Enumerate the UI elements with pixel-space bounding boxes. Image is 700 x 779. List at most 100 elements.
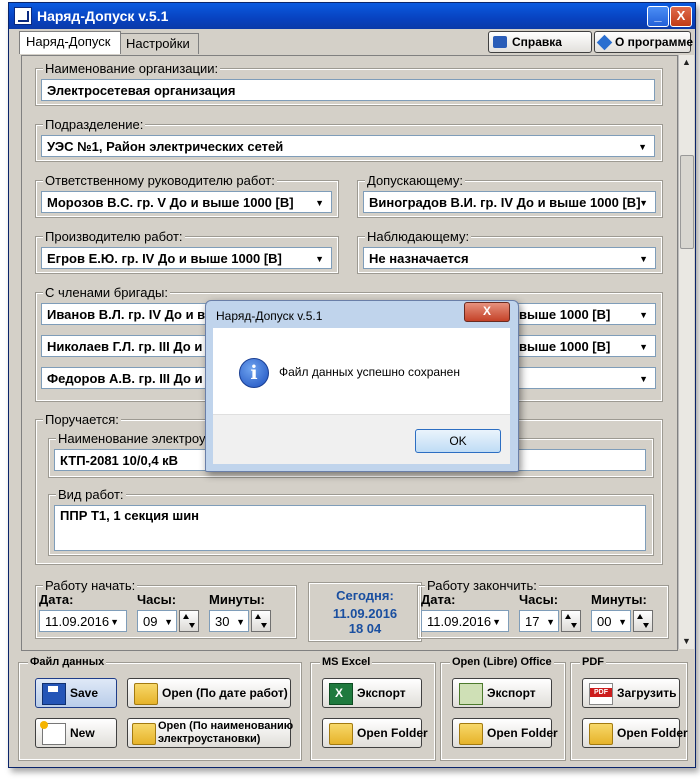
scroll-up-icon[interactable]: ▲: [679, 55, 694, 70]
end-date-value: 11.09.2016: [427, 614, 492, 629]
chevron-down-icon: ▼: [546, 617, 555, 627]
folder-icon: [132, 723, 156, 745]
observer-select[interactable]: Не назначается ▼: [363, 247, 656, 269]
today-box: Сегодня: 11.09.2016 18 04: [308, 582, 422, 642]
scroll-thumb[interactable]: [680, 155, 694, 249]
folder-icon: [134, 683, 158, 705]
folder-icon: [459, 723, 483, 745]
scroll-down-icon[interactable]: ▼: [679, 634, 694, 649]
today-time: 18 04: [348, 621, 382, 636]
open-by-name-label-1: Open (По наименованию: [158, 720, 294, 732]
start-hours-label: Часы:: [137, 592, 177, 607]
help-button[interactable]: Справка: [488, 31, 592, 53]
division-select[interactable]: УЭС №1, Район электрических сетей ▼: [41, 135, 655, 157]
libre-export-button[interactable]: Экспорт: [452, 678, 552, 708]
about-button[interactable]: О программе: [594, 31, 693, 53]
open-by-date-button[interactable]: Open (По дате работ): [127, 678, 291, 708]
open-by-name-label: Open (По наименованию электроустановки): [158, 720, 293, 746]
libre-open-folder-button[interactable]: Open Folder: [452, 718, 558, 748]
folder-icon: [329, 723, 353, 745]
end-hours-label: Часы:: [519, 592, 559, 607]
pdf-open-folder-button[interactable]: Open Folder: [582, 718, 688, 748]
start-minutes-select[interactable]: 30 ▼: [209, 610, 249, 632]
data-file-group: Файл данных Save Open (По дате работ) Ne…: [18, 656, 302, 761]
chevron-down-icon: ▼: [639, 342, 648, 352]
end-minutes-label: Минуты:: [591, 592, 647, 607]
start-minutes-stepper-icon[interactable]: [251, 610, 271, 632]
pdf-load-button[interactable]: Загрузить: [582, 678, 680, 708]
today-label: Сегодня:: [336, 588, 394, 603]
vertical-scrollbar[interactable]: ▲ ▼: [678, 55, 694, 649]
dialog-footer: OK: [213, 414, 510, 464]
minimize-button[interactable]: _: [647, 6, 669, 27]
responsible-group: Ответственному руководителю работ: Мороз…: [35, 173, 339, 218]
team-member-3-value: Федоров А.В. гр. III До и в: [47, 371, 215, 386]
end-minutes-stepper-icon[interactable]: [633, 610, 653, 632]
floppy-disk-icon: [42, 683, 66, 705]
end-hours-stepper-icon[interactable]: [561, 610, 581, 632]
libre-open-folder-label: Open Folder: [487, 726, 558, 740]
work-type-field[interactable]: ППР Т1, 1 секция шин: [54, 505, 646, 551]
chevron-down-icon: ▼: [315, 254, 324, 264]
responsible-select[interactable]: Морозов В.С. гр. V До и выше 1000 [В] ▼: [41, 191, 332, 213]
chevron-down-icon: ▼: [492, 617, 501, 627]
division-label: Подразделение:: [43, 117, 146, 132]
pdf-open-folder-label: Open Folder: [617, 726, 688, 740]
observer-group: Наблюдающему: Не назначается ▼: [357, 229, 663, 274]
data-file-title: Файл данных: [28, 656, 107, 668]
chevron-down-icon: ▼: [639, 254, 648, 264]
end-date-picker[interactable]: 11.09.2016 ▼: [421, 610, 509, 632]
end-hours-select[interactable]: 17 ▼: [519, 610, 559, 632]
pdf-title: PDF: [580, 656, 606, 668]
excel-group: MS Excel Экспорт Open Folder: [310, 656, 436, 761]
dialog-message: Файл данных успешно сохранен: [279, 365, 460, 379]
open-by-date-label: Open (По дате работ): [162, 686, 288, 700]
excel-open-folder-label: Open Folder: [357, 726, 428, 740]
end-hours-value: 17: [525, 614, 540, 629]
new-button[interactable]: New: [35, 718, 117, 748]
start-group: Работу начать: Дата: Часы: Минуты: 11.09…: [35, 578, 297, 639]
chevron-down-icon: ▼: [639, 310, 648, 320]
tab-settings[interactable]: Настройки: [119, 33, 199, 54]
chevron-down-icon: ▼: [618, 617, 627, 627]
open-by-name-label-2: электроустановки): [158, 733, 261, 745]
division-value: УЭС №1, Район электрических сетей: [47, 139, 284, 154]
save-button[interactable]: Save: [35, 678, 117, 708]
team-member-2-value: Николаев Г.Л. гр. III До и в: [47, 339, 214, 354]
start-label: Работу начать:: [43, 578, 138, 593]
org-group: Наименование организации: Электросетевая…: [35, 61, 663, 106]
excel-open-folder-button[interactable]: Open Folder: [322, 718, 428, 748]
info-diamond-icon: [596, 34, 613, 51]
tab-naryad[interactable]: Наряд-Допуск: [19, 31, 121, 54]
start-hours-select[interactable]: 09 ▼: [137, 610, 177, 632]
ok-button[interactable]: OK: [415, 429, 501, 453]
dialog-close-button[interactable]: X: [464, 302, 510, 322]
work-type-group: Вид работ: ППР Т1, 1 секция шин: [48, 487, 654, 556]
libre-title: Open (Libre) Office: [450, 656, 554, 668]
start-hours-value: 09: [143, 614, 158, 629]
admitter-select[interactable]: Виноградов В.И. гр. IV До и выше 1000 [В…: [363, 191, 656, 213]
new-document-icon: [40, 721, 66, 745]
responsible-value: Морозов В.С. гр. V До и выше 1000 [В]: [47, 195, 294, 210]
producer-select[interactable]: Егров Е.Ю. гр. IV До и выше 1000 [В] ▼: [41, 247, 332, 269]
chevron-down-icon: ▼: [110, 617, 119, 627]
title-bar[interactable]: Наряд-Допуск v.5.1 _ X: [9, 3, 695, 29]
end-date-label: Дата:: [421, 592, 456, 607]
chevron-down-icon: ▼: [639, 374, 648, 384]
save-button-label: Save: [70, 686, 99, 700]
division-group: Подразделение: УЭС №1, Район электрическ…: [35, 117, 663, 162]
chevron-down-icon: ▼: [639, 198, 648, 208]
admitter-group: Допускающему: Виноградов В.И. гр. IV До …: [357, 173, 663, 218]
org-field[interactable]: Электросетевая организация: [41, 79, 655, 101]
new-button-label: New: [70, 726, 95, 740]
excel-export-button[interactable]: Экспорт: [322, 678, 422, 708]
spreadsheet-icon: [459, 683, 483, 705]
start-hours-stepper-icon[interactable]: [179, 610, 199, 632]
team-member-5-value: выше 1000 [В]: [519, 339, 611, 354]
app-icon: [14, 7, 32, 25]
end-minutes-select[interactable]: 00 ▼: [591, 610, 631, 632]
close-button[interactable]: X: [670, 6, 692, 27]
start-date-picker[interactable]: 11.09.2016 ▼: [39, 610, 127, 632]
pdf-icon: [589, 683, 613, 705]
open-by-name-button[interactable]: Open (По наименованию электроустановки): [127, 718, 293, 748]
